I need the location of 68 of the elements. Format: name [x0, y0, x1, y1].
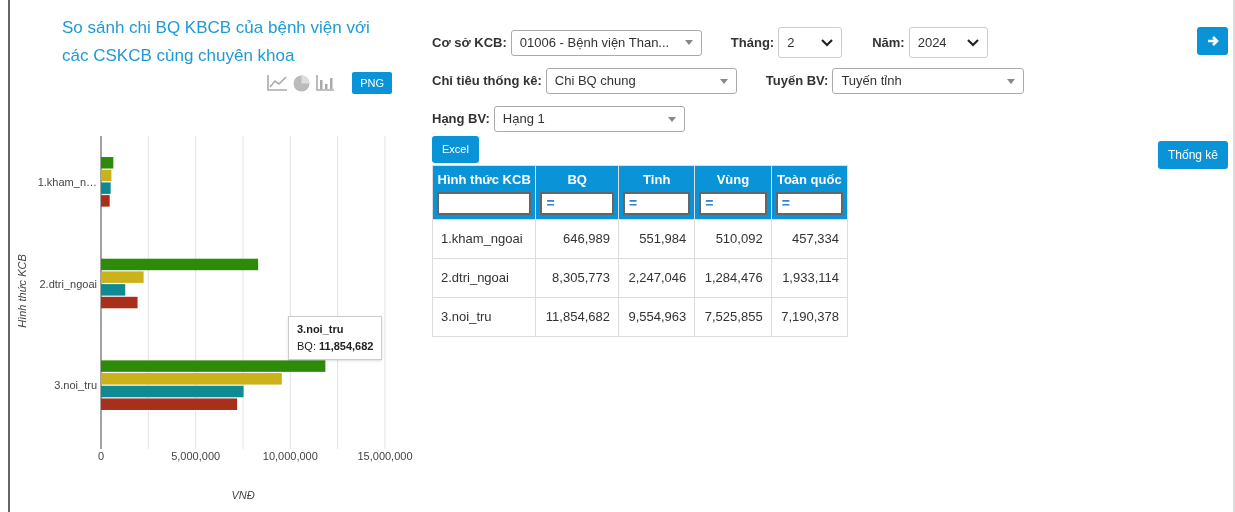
bar[interactable] [101, 296, 138, 309]
table-cell: 7,190,378 [771, 297, 848, 336]
tick-label: 5,000,000 [171, 450, 221, 462]
table-cell: 11,854,682 [535, 297, 619, 336]
axis-title: VNĐ [231, 489, 255, 501]
bar[interactable] [101, 195, 110, 207]
dropdown[interactable]: Tuyến tỉnh [832, 68, 1025, 94]
tick-label: 10,000,000 [262, 450, 318, 462]
caret-icon [684, 40, 693, 45]
dropdown[interactable]: 2024 [908, 27, 988, 58]
table-cell: 7,525,855 [694, 297, 772, 336]
table-cell: 1,284,476 [694, 258, 772, 297]
chart-title: So sánh chi BQ KBCB của bệnh viện với các CSKCB cùng chuyên khoa [62, 17, 371, 67]
arrow-right-button[interactable] [1197, 27, 1228, 55]
table-cell: 510,092 [694, 219, 772, 258]
field-label: Cơ sở KCB: [432, 33, 507, 52]
filter-field[interactable]: = [540, 191, 614, 215]
category-label: 2.dtri_ngoai [39, 277, 97, 290]
dropdown[interactable]: Hạng 1 [493, 106, 685, 132]
chevron-icon [821, 38, 834, 47]
caret-icon [1007, 78, 1016, 84]
table-cell: 1.kham_ngoai [432, 219, 536, 258]
arrow-right-icon [1206, 35, 1219, 47]
field-label: Hạng BV: [432, 110, 490, 129]
table-cell: 457,334 [771, 219, 848, 258]
line-chart-icon[interactable] [267, 75, 288, 91]
bar[interactable] [101, 258, 259, 271]
dropdown[interactable]: 01006 - Bệnh viện Than... [510, 29, 702, 56]
statistics-button[interactable]: Thống kê [1157, 141, 1228, 169]
field-label: Tuyến BV: [765, 72, 829, 91]
filter-field[interactable]: = [699, 191, 767, 215]
table-cell: 1,933,114 [771, 258, 848, 297]
png-button[interactable]: PNG [352, 72, 392, 94]
table-cell: 646,989 [535, 219, 619, 258]
table-cell: 2,247,046 [618, 258, 695, 297]
category-label: 1.kham_n… [37, 175, 97, 188]
column-header[interactable]: Toàn quốc [775, 170, 843, 190]
tick-label: 0 [97, 450, 105, 462]
filter-field[interactable] [437, 191, 532, 215]
field-label: Năm: [872, 33, 905, 52]
table-cell: 9,554,963 [618, 297, 695, 336]
table-cell: 8,305,773 [535, 258, 619, 297]
dropdown[interactable]: Chi BQ chung [545, 68, 737, 94]
filter-field[interactable]: = [622, 191, 691, 215]
pie-chart-icon[interactable] [293, 74, 311, 92]
field-label: Chỉ tiêu thống kê: [432, 72, 542, 91]
bar[interactable] [101, 385, 244, 398]
category-label: 3.noi_tru [54, 379, 97, 392]
caret-icon [667, 116, 676, 122]
bar[interactable] [101, 398, 238, 410]
dropdown[interactable]: 2 [778, 27, 843, 58]
field-label: Tháng: [730, 33, 775, 52]
tick-label: 15,000,000 [357, 450, 413, 462]
bar[interactable] [101, 157, 114, 169]
filter-field[interactable]: = [775, 191, 843, 215]
tooltip: 3.noi_tru BQ: 11,854,682 [288, 316, 383, 360]
column-header[interactable]: Tỉnh [622, 170, 691, 190]
table-cell: 551,984 [618, 219, 695, 258]
axis-title: Hình thức KCB [16, 254, 28, 328]
table-cell: 3.noi_tru [432, 297, 536, 336]
table-cell: 2.dtri_ngoai [432, 258, 536, 297]
excel-button[interactable]: Excel [432, 136, 479, 163]
chevron-icon [966, 38, 979, 47]
column-header[interactable]: Vùng [699, 170, 767, 190]
column-header[interactable]: BQ [540, 170, 614, 190]
bar[interactable] [101, 284, 126, 296]
bar-chart-icon[interactable] [316, 75, 335, 91]
caret-icon [719, 78, 728, 84]
